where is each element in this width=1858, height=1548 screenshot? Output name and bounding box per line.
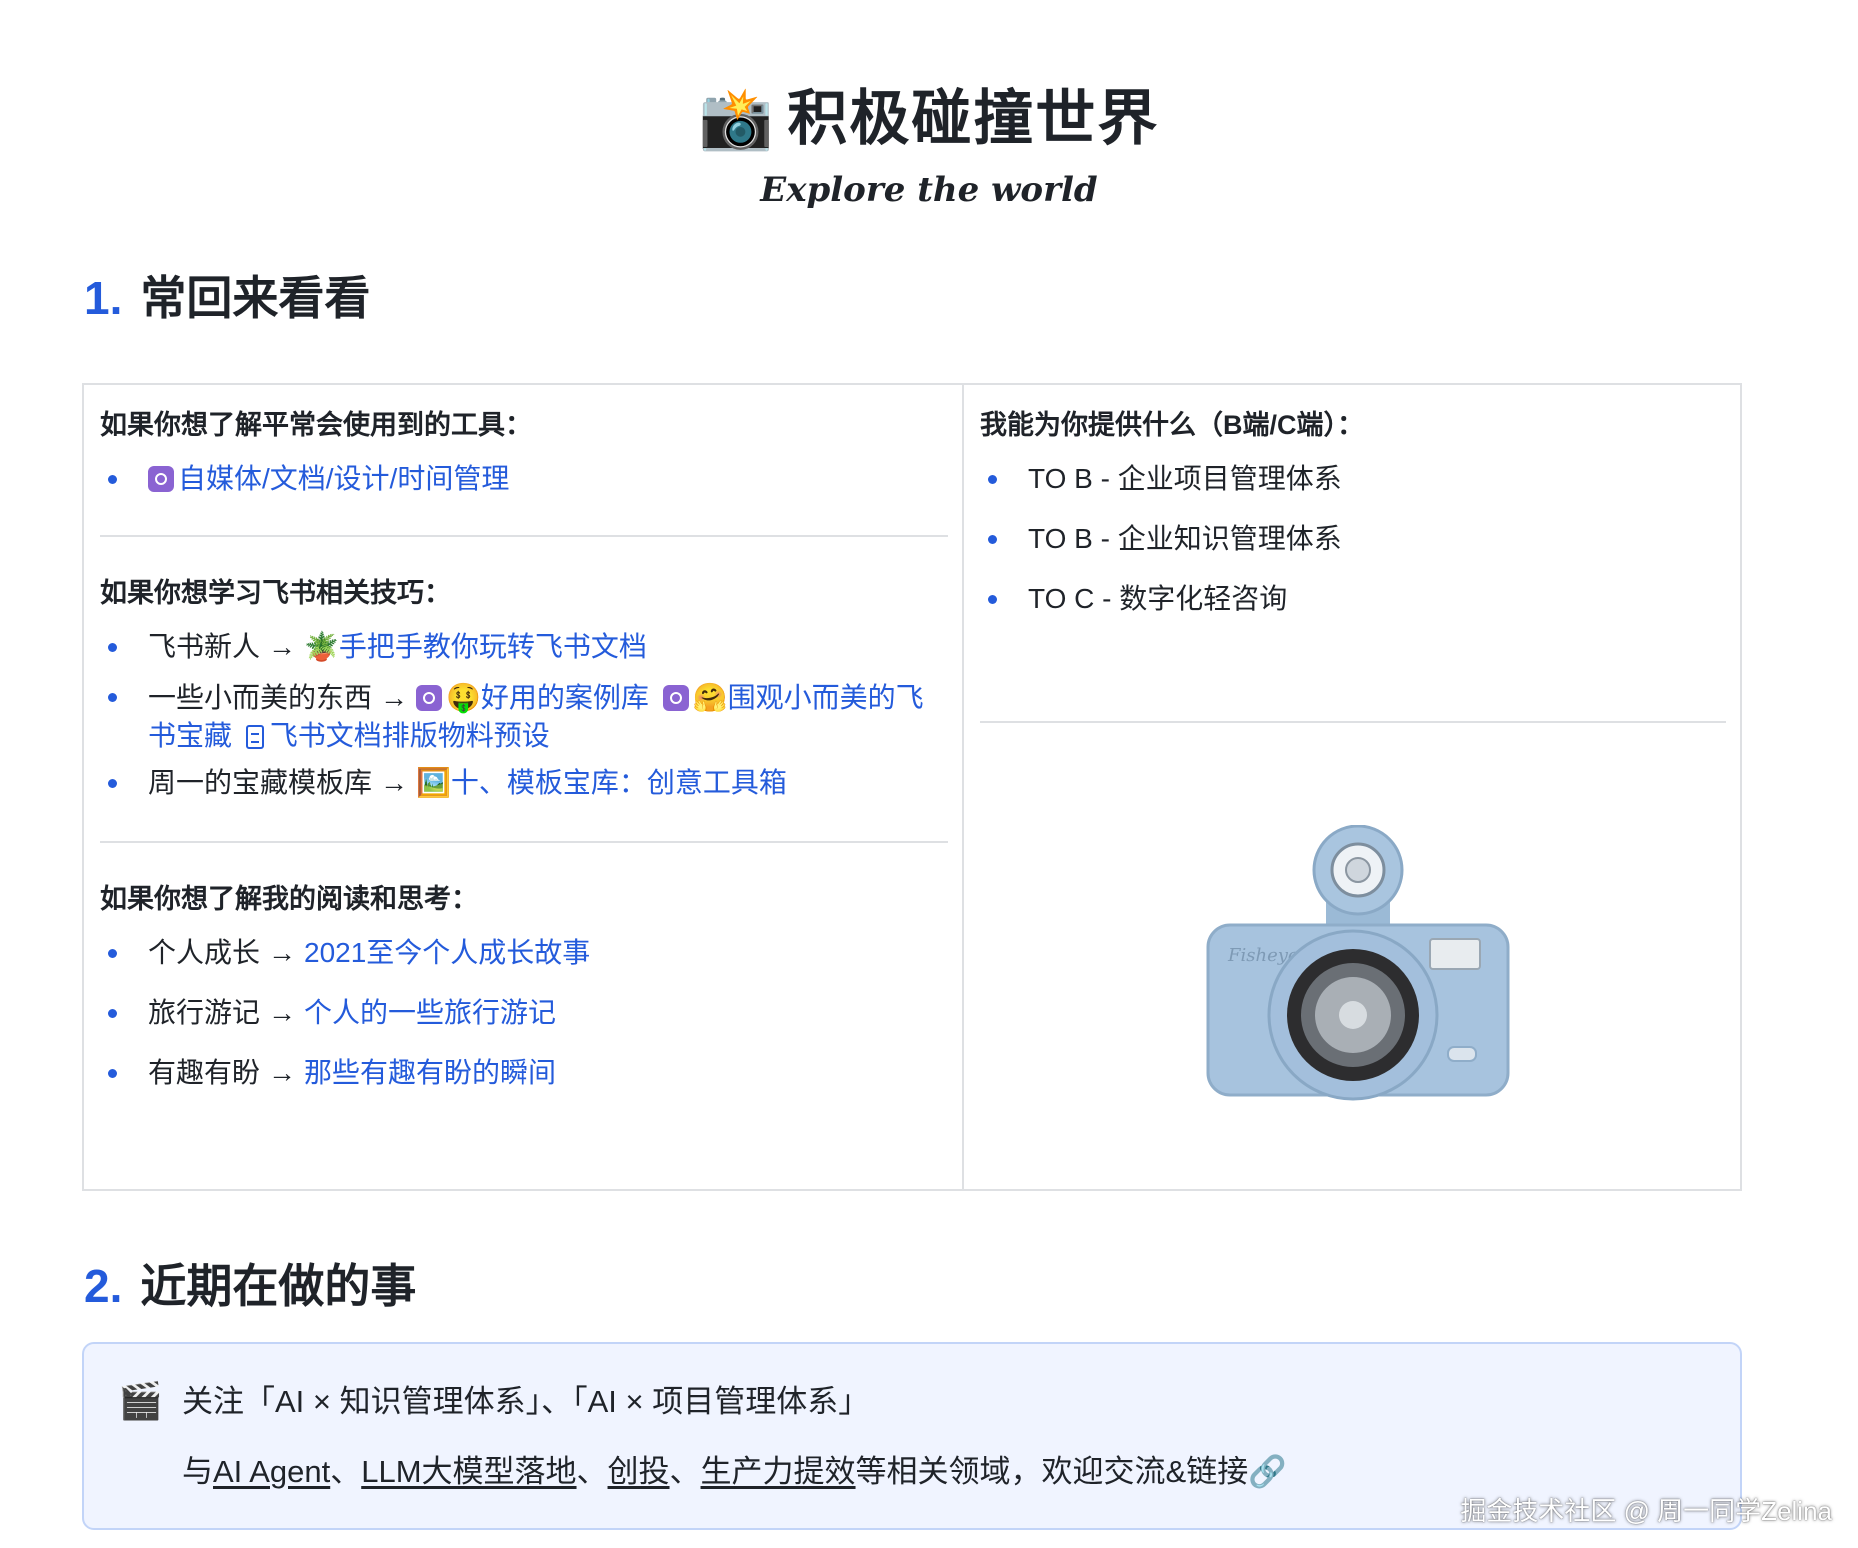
callout-text: 等相关领域，欢迎交流&链接🔗 (855, 1454, 1287, 1489)
divider (980, 721, 1726, 723)
arrow-icon: → (268, 1057, 297, 1088)
camera-lens-center (1339, 1001, 1367, 1029)
callout-line-1: 关注「AI × 知识管理体系」、「AI × 项目管理体系」 (182, 1384, 870, 1419)
separator: 、 (576, 1454, 608, 1489)
page-subtitle: Explore the world (760, 170, 1098, 210)
section-title: 常回来看看 (140, 272, 371, 324)
callout-line-2: 与AI Agent、LLM大模型落地、创投、生产力提效等相关领域，欢迎交流&链接… (182, 1452, 1287, 1492)
document-icon (245, 725, 264, 749)
section-title: 近期在做的事 (140, 1260, 417, 1312)
plant-icon: 🪴 (304, 631, 339, 662)
list-item: 周一的宝藏模板库 → 🖼️十、模板宝库：创意工具箱 (100, 761, 948, 805)
section-heading-1: 1. 常回来看看 (84, 262, 370, 328)
clapperboard-icon: 🎬 (118, 1380, 163, 1421)
moments-link[interactable]: 那些有趣有盼的瞬间 (304, 1057, 556, 1088)
section-heading-2: 2. 近期在做的事 (84, 1250, 416, 1316)
layout-presets-link[interactable]: 飞书文档排版物料预设 (270, 720, 550, 751)
item-prefix: 有趣有盼 (148, 1057, 261, 1088)
camera-viewfinder (1429, 938, 1481, 970)
list-item: TO C - 数字化轻咨询 (980, 577, 1726, 621)
arrow-icon: → (268, 631, 297, 662)
separator: 、 (330, 1454, 362, 1489)
money-face-icon: 🤑 (446, 682, 481, 713)
item-prefix: 飞书新人 (148, 631, 261, 662)
feishu-list: 飞书新人 → 🪴手把手教你玩转飞书文档 一些小而美的东西 → 🤑好用的案例库 🤗围观小而… (100, 625, 948, 805)
list-item: 有趣有盼 → 那些有趣有盼的瞬间 (100, 1051, 948, 1095)
feishu-doc-link[interactable]: 手把手教你玩转飞书文档 (339, 631, 647, 662)
case-library-link[interactable]: 好用的案例库 (481, 682, 649, 713)
section-number: 1. (84, 272, 123, 324)
doc-icon (416, 685, 443, 711)
services-list: TO B - 企业项目管理体系 TO B - 企业知识管理体系 TO C - 数… (980, 457, 1726, 621)
topic-productivity[interactable]: 生产力提效 (701, 1454, 856, 1489)
feishu-heading: 如果你想学习飞书相关技巧： (100, 578, 451, 608)
section-number: 2. (84, 1260, 123, 1312)
reading-heading: 如果你想了解我的阅读和思考： (100, 884, 478, 914)
callout-text: 与 (182, 1454, 213, 1489)
item-prefix: 一些小而美的东西 (148, 682, 373, 713)
list-item: TO B - 企业项目管理体系 (980, 457, 1726, 501)
camera-flash-bulb (1345, 857, 1371, 883)
hug-face-icon: 🤗 (692, 682, 728, 713)
content-grid: 如果你想了解平常会使用到的工具： 自媒体/文档/设计/时间管理 如果你想学习飞书… (82, 383, 1742, 1191)
camera-slider (1447, 1046, 1477, 1062)
growth-link[interactable]: 2021至今个人成长故事 (304, 937, 590, 968)
arrow-icon: → (268, 997, 297, 1028)
travel-link[interactable]: 个人的一些旅行游记 (304, 997, 556, 1028)
list-item: TO B - 企业知识管理体系 (980, 517, 1726, 561)
arrow-icon: → (380, 767, 409, 798)
reading-list: 个人成长 → 2021至今个人成长故事 旅行游记 → 个人的一些旅行游记 有趣有盼 → 那些… (100, 931, 948, 1095)
doc-icon (662, 685, 689, 711)
separator: 、 (669, 1454, 701, 1489)
arrow-icon: → (268, 937, 297, 968)
camera-image: Fisheye (1206, 825, 1510, 1101)
topic-venture[interactable]: 创投 (608, 1454, 670, 1489)
list-item: 自媒体/文档/设计/时间管理 (100, 457, 948, 501)
camera-flash-icon: 📸 (698, 85, 776, 152)
services-heading: 我能为你提供什么（B端/C端）： (980, 410, 1364, 440)
item-prefix: 旅行游记 (148, 997, 261, 1028)
topic-ai-agent[interactable]: AI Agent (213, 1454, 330, 1489)
topic-llm[interactable]: LLM大模型落地 (361, 1454, 576, 1489)
tools-link[interactable]: 自媒体/文档/设计/时间管理 (178, 463, 509, 494)
tools-heading: 如果你想了解平常会使用到的工具： (100, 410, 532, 440)
tools-list: 自媒体/文档/设计/时间管理 (100, 457, 948, 501)
list-item: 个人成长 → 2021至今个人成长故事 (100, 931, 948, 975)
grid-cell-right: 我能为你提供什么（B端/C端）： TO B - 企业项目管理体系 TO B - … (980, 385, 1726, 1189)
watermark: 掘金技术社区 @ 周一同学Zelina (1460, 1496, 1832, 1526)
list-item: 一些小而美的东西 → 🤑好用的案例库 🤗围观小而美的飞书宝藏 飞书文档排版物料预设 (100, 675, 948, 755)
list-item: 飞书新人 → 🪴手把手教你玩转飞书文档 (100, 625, 948, 669)
column-divider (962, 385, 964, 1189)
doc-icon (148, 466, 174, 492)
picture-icon: 🖼️ (416, 767, 451, 798)
list-item: 旅行游记 → 个人的一些旅行游记 (100, 991, 948, 1035)
grid-cell-left: 如果你想了解平常会使用到的工具： 自媒体/文档/设计/时间管理 如果你想学习飞书… (100, 385, 948, 1095)
arrow-icon: → (380, 682, 409, 713)
item-prefix: 周一的宝藏模板库 (148, 767, 373, 798)
page-title: 📸 积极碰撞世界 (0, 70, 1858, 157)
template-link[interactable]: 十、模板宝库：创意工具箱 (451, 767, 787, 798)
page-title-text: 积极碰撞世界 (787, 85, 1160, 152)
item-prefix: 个人成长 (148, 937, 261, 968)
